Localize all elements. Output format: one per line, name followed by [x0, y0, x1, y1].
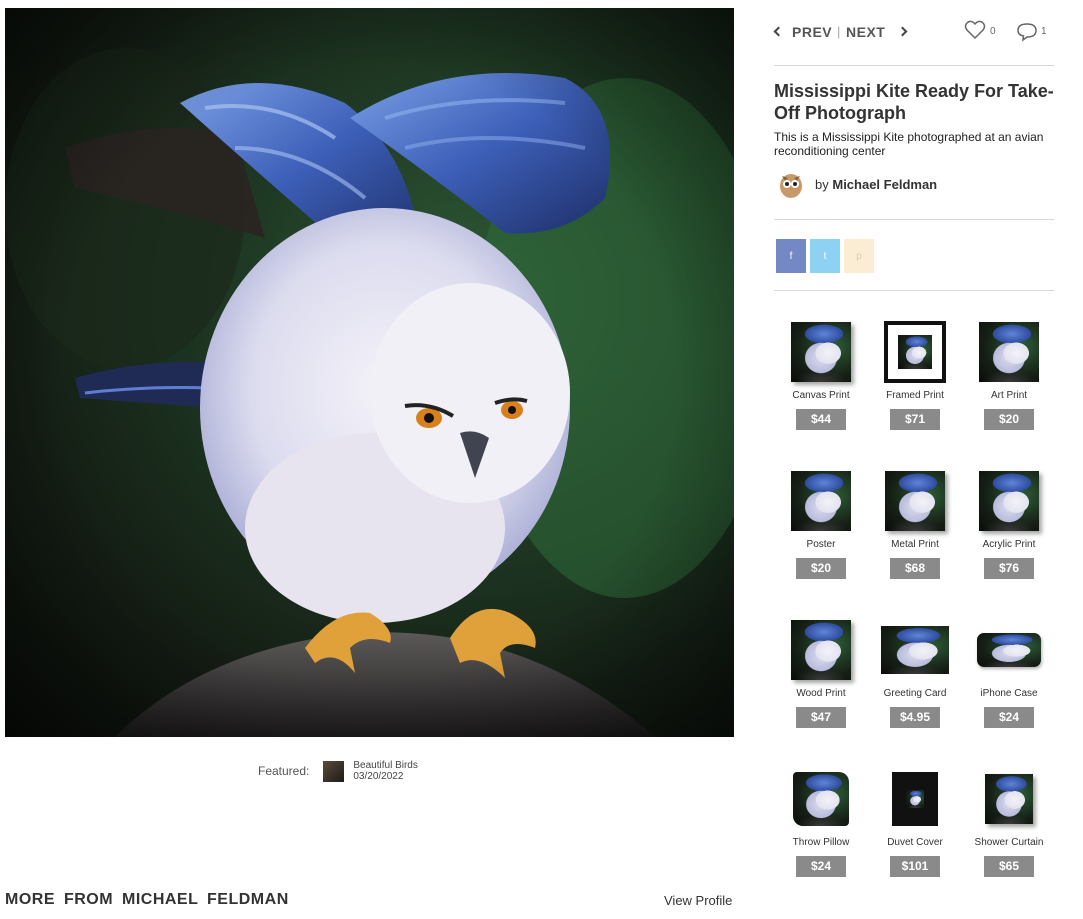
product-label[interactable]: Shower Curtain	[962, 837, 1056, 849]
product-price[interactable]: $71	[890, 409, 940, 430]
product-acrylic-print[interactable]: Acrylic Print $76	[962, 464, 1056, 613]
product-label[interactable]: Canvas Print	[774, 390, 868, 402]
product-thumbnail[interactable]	[791, 322, 851, 382]
product-label[interactable]: Wood Print	[774, 688, 868, 700]
product-thumbnail[interactable]	[979, 471, 1039, 531]
product-label[interactable]: Poster	[774, 539, 868, 551]
artwork-image[interactable]	[5, 8, 734, 737]
product-thumbnail[interactable]	[791, 471, 851, 531]
featured-gallery-name[interactable]: Beautiful Birds	[353, 760, 417, 771]
featured-date: 03/20/2022	[353, 771, 404, 782]
product-thumbnail[interactable]	[791, 620, 851, 680]
product-throw-pillow[interactable]: Throw Pillow $24	[774, 762, 868, 911]
product-iphone-case[interactable]: iPhone Case $24	[962, 613, 1056, 762]
twitter-icon: t	[823, 250, 827, 262]
product-price[interactable]: $44	[796, 409, 846, 430]
product-label[interactable]: Metal Print	[868, 539, 962, 551]
product-grid: Canvas Print $44 Framed Print $71 Art Pr…	[774, 315, 1056, 911]
comment-icon[interactable]	[1016, 22, 1038, 47]
product-thumbnail[interactable]	[885, 471, 945, 531]
featured-label: Featured:	[258, 764, 310, 778]
product-metal-print[interactable]: Metal Print $68	[868, 464, 962, 613]
product-thumbnail[interactable]	[977, 633, 1041, 667]
featured-gallery-thumbnail[interactable]	[323, 760, 345, 782]
product-price[interactable]: $68	[890, 558, 940, 579]
pinterest-share-button[interactable]: p	[844, 239, 874, 273]
product-thumbnail[interactable]	[884, 321, 946, 383]
heart-icon[interactable]	[964, 20, 986, 45]
divider	[774, 290, 1054, 291]
product-price[interactable]: $65	[984, 856, 1034, 877]
product-canvas-print[interactable]: Canvas Print $44	[774, 315, 868, 464]
more-from-heading: MORE FROM MICHAEL FELDMAN	[5, 891, 289, 908]
like-count: 0	[990, 26, 996, 37]
share-buttons: f t p	[776, 239, 874, 273]
product-thumbnail[interactable]	[793, 772, 849, 826]
product-label[interactable]: Duvet Cover	[868, 837, 962, 849]
product-price[interactable]: $47	[796, 707, 846, 728]
product-shower-curtain[interactable]: Shower Curtain $65	[962, 762, 1056, 911]
artist-prefix: by	[815, 176, 829, 192]
product-label[interactable]: Greeting Card	[868, 688, 962, 700]
featured-gallery-info[interactable]: Beautiful Birds 03/20/2022	[353, 760, 417, 782]
product-price[interactable]: $24	[796, 856, 846, 877]
product-duvet-cover[interactable]: Duvet Cover $101	[868, 762, 962, 911]
facebook-share-button[interactable]: f	[776, 239, 806, 273]
kite-illustration	[5, 8, 734, 737]
view-profile-link[interactable]: View Profile	[664, 893, 732, 908]
twitter-share-button[interactable]: t	[810, 239, 840, 273]
comment-count: 1	[1041, 26, 1047, 37]
owl-avatar-icon[interactable]	[776, 169, 806, 199]
product-label[interactable]: Art Print	[962, 390, 1056, 402]
chevron-right-icon[interactable]	[897, 26, 908, 37]
divider	[774, 65, 1054, 66]
product-price[interactable]: $24	[984, 707, 1034, 728]
artwork-title: Mississippi Kite Ready For Take-Off Phot…	[774, 81, 1054, 123]
artist-byline: by Michael Feldman	[776, 169, 937, 199]
product-wood-print[interactable]: Wood Print $47	[774, 613, 868, 762]
product-poster[interactable]: Poster $20	[774, 464, 868, 613]
next-link[interactable]: NEXT	[846, 24, 885, 40]
product-price[interactable]: $20	[796, 558, 846, 579]
product-label[interactable]: Acrylic Print	[962, 539, 1056, 551]
artwork-navigation: PREV | NEXT 0 1	[773, 20, 1054, 45]
artwork-description: This is a Mississippi Kite photographed …	[774, 130, 1044, 158]
product-greeting-card[interactable]: Greeting Card $4.95	[868, 613, 962, 762]
prev-link[interactable]: PREV	[792, 24, 832, 40]
product-thumbnail[interactable]	[985, 774, 1033, 824]
artist-name-link[interactable]: Michael Feldman	[832, 177, 937, 192]
chevron-left-icon[interactable]	[773, 26, 784, 37]
facebook-icon: f	[789, 250, 793, 262]
product-art-print[interactable]: Art Print $20	[962, 315, 1056, 464]
pinterest-icon: p	[856, 250, 862, 262]
product-label[interactable]: Framed Print	[868, 390, 962, 402]
featured-gallery: Featured: Beautiful Birds 03/20/2022	[258, 760, 418, 782]
product-price[interactable]: $20	[984, 409, 1034, 430]
product-thumbnail[interactable]	[979, 322, 1039, 382]
product-price[interactable]: $101	[890, 856, 940, 877]
artist-text: by Michael Feldman	[815, 177, 937, 192]
divider	[774, 219, 1054, 220]
product-price[interactable]: $4.95	[890, 707, 940, 728]
product-label[interactable]: iPhone Case	[962, 688, 1056, 700]
product-label[interactable]: Throw Pillow	[774, 837, 868, 849]
product-thumbnail[interactable]	[892, 772, 938, 826]
nav-separator: |	[837, 24, 841, 39]
product-framed-print[interactable]: Framed Print $71	[868, 315, 962, 464]
product-thumbnail[interactable]	[881, 626, 949, 674]
product-price[interactable]: $76	[984, 558, 1034, 579]
